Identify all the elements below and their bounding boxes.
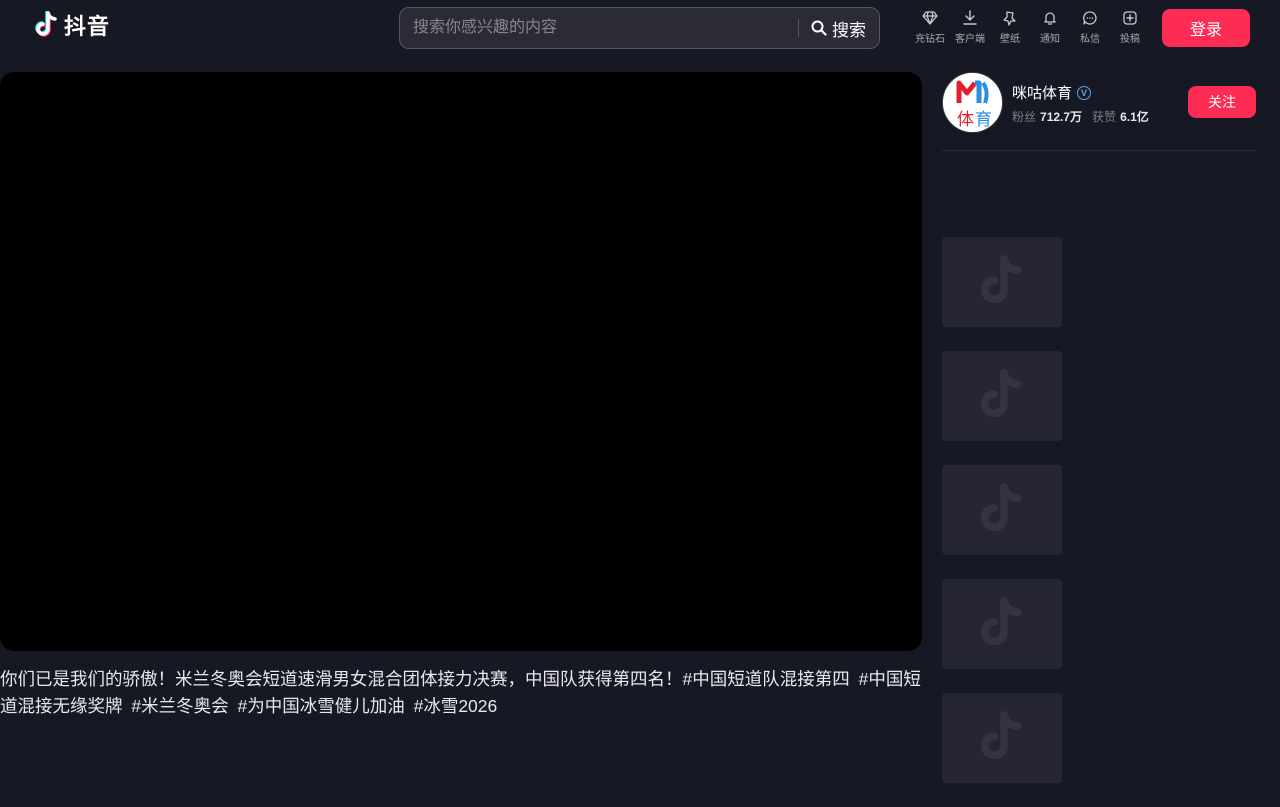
douyin-placeholder-icon xyxy=(980,711,1022,760)
likes-count: 6.1亿 xyxy=(1120,110,1149,124)
author-name[interactable]: 咪咕体育 xyxy=(1012,82,1072,103)
author-divider xyxy=(942,150,1256,151)
video-thumbnail[interactable] xyxy=(942,351,1062,441)
fans-count: 712.7万 xyxy=(1040,110,1083,124)
bell-icon xyxy=(1044,12,1056,25)
nav-client-label: 客户端 xyxy=(955,34,985,45)
author-card: 体 育 咪咕体育 V 粉丝 712.7万 获赞 6.1亿 关注 xyxy=(942,72,1256,133)
avatar[interactable]: 体 育 xyxy=(942,72,1003,133)
nav-wallpaper[interactable]: 壁纸 xyxy=(990,10,1030,45)
hashtag-link[interactable]: #为中国冰雪健儿加油 xyxy=(237,696,404,716)
fans-label: 粉丝 xyxy=(1012,110,1037,124)
logo-text: 抖音 xyxy=(64,14,111,39)
message-icon xyxy=(1083,11,1097,25)
diamond-icon xyxy=(922,11,938,25)
douyin-placeholder-icon xyxy=(980,369,1022,418)
follow-button[interactable]: 关注 xyxy=(1188,86,1256,118)
search-button-label: 搜索 xyxy=(832,20,866,40)
nav-notifications[interactable]: 通知 xyxy=(1030,10,1070,45)
likes-label: 获赞 xyxy=(1092,110,1117,124)
nav-client[interactable]: 客户端 xyxy=(950,10,990,45)
top-bar: 抖音 搜索 充钻石 客户端 壁纸 xyxy=(0,0,1280,56)
search-input[interactable] xyxy=(400,8,798,48)
douyin-logo-icon xyxy=(35,11,57,37)
avatar-text-yu: 育 xyxy=(975,110,992,130)
verified-icon: V xyxy=(1077,85,1092,100)
author-name-row: 咪咕体育 V xyxy=(1012,82,1092,103)
search-icon xyxy=(811,20,827,36)
douyin-placeholder-icon xyxy=(980,255,1022,304)
wallpaper-icon xyxy=(1003,11,1016,26)
hashtag-link[interactable]: #冰雪2026 xyxy=(414,696,498,716)
video-caption: 你们已是我们的骄傲！米兰冬奥会短道速滑男女混合团体接力决赛，中国队获得第四名！#… xyxy=(0,666,930,720)
video-thumbnail[interactable] xyxy=(942,465,1062,555)
upload-icon xyxy=(1123,11,1137,25)
douyin-placeholder-icon xyxy=(980,597,1022,646)
hashtag-link[interactable]: #米兰冬奥会 xyxy=(131,696,228,716)
nav-recharge-label: 充钻石 xyxy=(915,34,945,45)
download-icon xyxy=(963,10,977,25)
author-stats: 粉丝 712.7万 获赞 6.1亿 xyxy=(1012,108,1155,125)
nav-notifications-label: 通知 xyxy=(1040,34,1060,45)
douyin-placeholder-icon xyxy=(980,483,1022,532)
nav-upload[interactable]: 投稿 xyxy=(1110,10,1150,45)
nav-messages[interactable]: 私信 xyxy=(1070,10,1110,45)
search-box: 搜索 xyxy=(399,7,880,49)
video-thumbnail[interactable] xyxy=(942,693,1062,783)
nav-upload-label: 投稿 xyxy=(1120,34,1140,45)
video-thumbnail[interactable] xyxy=(942,237,1062,327)
nav-recharge[interactable]: 充钻石 xyxy=(910,10,950,45)
related-video-list xyxy=(942,237,1062,807)
nav-messages-label: 私信 xyxy=(1080,34,1100,45)
video-thumbnail[interactable] xyxy=(942,579,1062,669)
hashtag-link[interactable]: #中国短道队混接第四 xyxy=(683,669,850,689)
migu-sports-logo-icon: 体 育 xyxy=(943,73,1002,132)
search-divider xyxy=(798,19,799,37)
login-button[interactable]: 登录 xyxy=(1162,9,1250,47)
search-button[interactable]: 搜索 xyxy=(811,16,879,41)
caption-text: 你们已是我们的骄傲！米兰冬奥会短道速滑男女混合团体接力决赛，中国队获得第四名！ xyxy=(0,669,683,689)
avatar-text-ti: 体 xyxy=(957,110,974,130)
video-player[interactable] xyxy=(0,72,922,651)
douyin-logo[interactable]: 抖音 xyxy=(34,10,110,40)
header-nav: 充钻石 客户端 壁纸 通知 私信 投稿 xyxy=(910,10,1150,45)
nav-wallpaper-label: 壁纸 xyxy=(1000,34,1020,45)
